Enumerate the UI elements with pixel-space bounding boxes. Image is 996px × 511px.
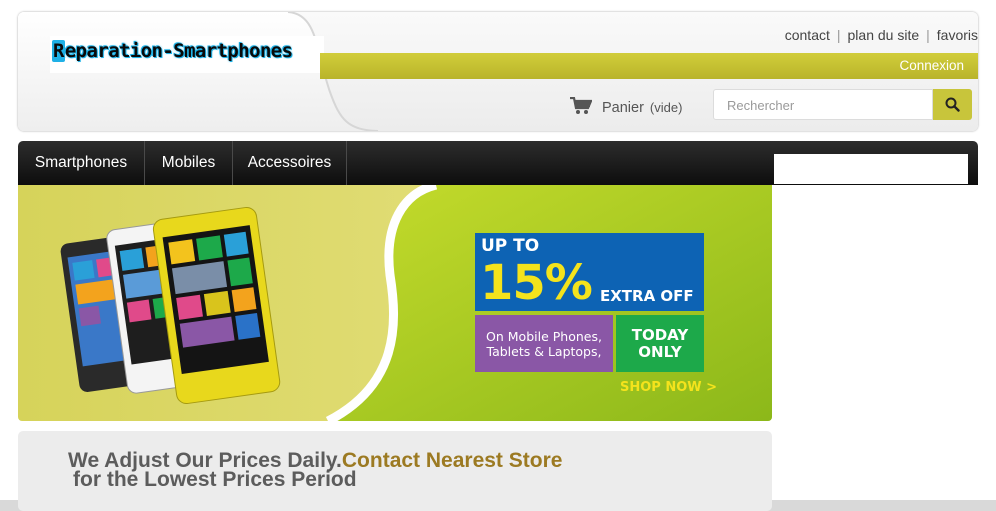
cart-summary[interactable]: Panier (vide)	[570, 96, 683, 116]
separator: |	[836, 27, 841, 43]
nav-blank-panel	[774, 154, 968, 184]
nav-item-accessoires[interactable]: Accessoires	[233, 141, 347, 185]
logo-initial: R	[52, 40, 65, 62]
search-field	[713, 89, 934, 120]
separator: |	[926, 27, 930, 43]
nav-item-mobiles[interactable]: Mobiles	[145, 141, 233, 185]
search-icon	[945, 97, 960, 112]
contact-link[interactable]: contact	[785, 27, 830, 43]
search-input[interactable]	[725, 90, 934, 120]
top-links: contact | plan du site | favoris	[785, 27, 978, 43]
site-logo[interactable]: Reparation-Smartphones	[50, 36, 324, 73]
products-line-1: On Mobile Phones,	[486, 328, 602, 344]
page: Reparation-Smartphones contact | plan du s…	[0, 0, 996, 511]
cart-icon	[570, 96, 593, 114]
logo-rest: eparation-Smartphones	[64, 40, 293, 62]
today-only-panel: TODAY ONLY	[616, 315, 704, 372]
sitemap-link[interactable]: plan du site	[848, 27, 920, 43]
nav-item-smartphones[interactable]: Smartphones	[18, 141, 145, 185]
contact-store-link[interactable]: Contact Nearest Store	[342, 449, 563, 472]
discount-percent: 15%	[480, 255, 593, 311]
price-promo-box: We Adjust Our Prices Daily.Contact Neare…	[18, 431, 772, 511]
promo-line-2: for the Lowest Prices Period	[73, 468, 357, 491]
extra-off-text: EXTRA OFF	[600, 287, 694, 305]
products-line-2: Tablets & Laptops,	[486, 343, 602, 359]
main-nav: Smartphones Mobiles Accessoires	[18, 141, 978, 185]
login-link[interactable]: Connexion	[899, 58, 964, 73]
favorites-link[interactable]: favoris	[937, 27, 978, 43]
only-text: ONLY	[638, 342, 682, 361]
up-to-text: UP TO	[481, 236, 540, 256]
site-header: Reparation-Smartphones contact | plan du s…	[18, 12, 978, 131]
products-panel: On Mobile Phones, Tablets & Laptops,	[475, 315, 613, 372]
login-bar: Connexion	[320, 53, 978, 79]
logo-text: Reparation-Smartphones	[52, 40, 293, 62]
search-button[interactable]	[933, 89, 972, 120]
promo-banner[interactable]: UP TO 15% EXTRA OFF On Mobile Phones, Ta…	[18, 185, 772, 421]
shop-now-link[interactable]: SHOP NOW >	[620, 380, 717, 395]
phones-illustration	[60, 206, 281, 405]
cart-state: (vide)	[649, 100, 683, 115]
today-text: TODAY	[631, 325, 689, 344]
cart-label: Panier	[602, 100, 644, 116]
discount-panel: UP TO 15% EXTRA OFF	[475, 233, 704, 311]
